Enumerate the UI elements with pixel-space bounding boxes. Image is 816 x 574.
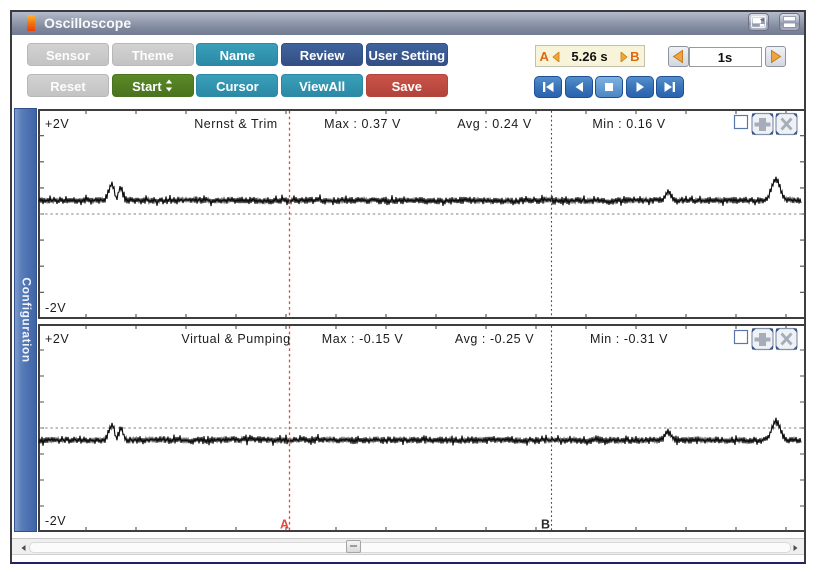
svg-text:Avg : 0.24 V: Avg : 0.24 V [457, 117, 532, 131]
svg-text:Max : -0.15 V: Max : -0.15 V [321, 332, 403, 346]
svg-text:Min : 0.16 V: Min : 0.16 V [592, 117, 665, 131]
svg-text:+2V: +2V [45, 332, 69, 346]
svg-text:+2V: +2V [45, 117, 69, 131]
svg-text:Min : -0.31 V: Min : -0.31 V [589, 332, 667, 346]
svg-text:-2V: -2V [45, 301, 66, 315]
svg-text:A: A [280, 517, 290, 531]
svg-text:Max : 0.37 V: Max : 0.37 V [324, 117, 401, 131]
svg-text:Virtual & Pumping: Virtual & Pumping [181, 332, 290, 346]
svg-text:Avg : -0.25 V: Avg : -0.25 V [454, 332, 533, 346]
svg-text:Nernst & Trim: Nernst & Trim [194, 117, 278, 131]
svg-text:-2V: -2V [45, 514, 66, 528]
svg-text:B: B [541, 517, 551, 531]
